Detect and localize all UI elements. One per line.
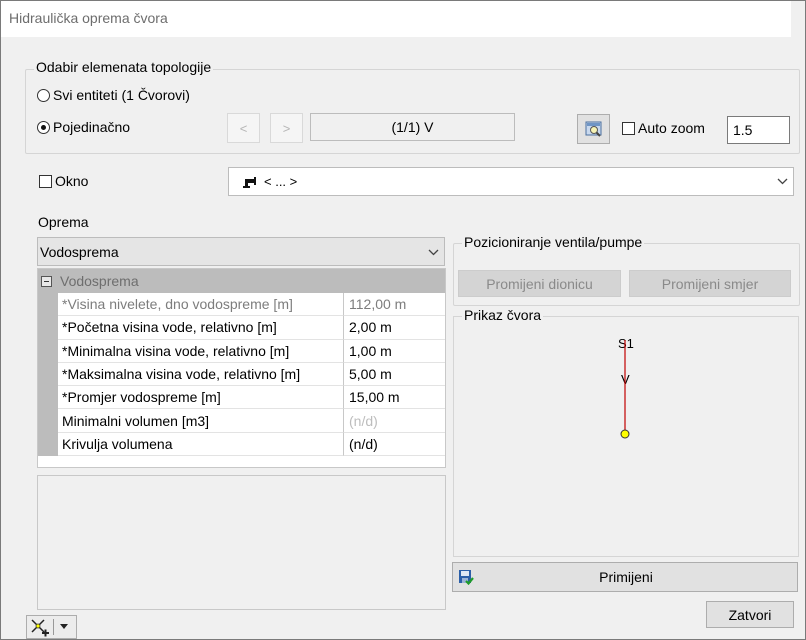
property-name: *Maksimalna visina vode, relativno [m] <box>58 362 344 387</box>
property-grid: Vodosprema *Visina nivelete, dno vodospr… <box>37 268 446 468</box>
property-row-gutter <box>38 316 58 340</box>
property-value[interactable]: (n/d) <box>344 433 445 457</box>
selection-counter: (1/1) V <box>310 113 515 141</box>
property-name: Minimalni volumen [m3] <box>58 409 344 433</box>
property-value[interactable]: 2,00 m <box>344 316 445 340</box>
okno-check-square[interactable] <box>39 174 52 188</box>
property-name: *Visina nivelete, dno vodospreme [m] <box>58 293 344 317</box>
oprema-label: Oprema <box>38 214 89 230</box>
topology-selection-group <box>25 69 800 154</box>
property-row[interactable]: *Visina nivelete, dno vodospreme [m] 112,… <box>38 293 445 317</box>
next-glyph: > <box>282 120 291 136</box>
okno-label: Okno <box>55 173 89 189</box>
oprema-combo-value: Vodosprema <box>40 243 119 260</box>
property-name: *Minimalna visina vode, relativno [m] <box>58 339 344 363</box>
node-preview-panel: S1 V <box>453 316 799 557</box>
property-row-gutter <box>38 409 58 433</box>
property-row-gutter <box>38 386 58 410</box>
change-direction-button[interactable]: Promijeni smjer <box>629 270 791 297</box>
property-name: *Početna visina vode, relativno [m] <box>58 316 344 340</box>
individual-label: Pojedinačno <box>53 119 131 135</box>
chevron-down-icon[interactable] <box>776 175 788 187</box>
node-marker[interactable] <box>620 429 630 439</box>
individual-radio-circle[interactable] <box>37 120 50 134</box>
property-row[interactable]: Krivulja volumena (n/d) <box>38 432 445 457</box>
property-row-gutter <box>38 293 58 317</box>
previous-button[interactable]: < <box>227 113 260 143</box>
auto-zoom-check-square[interactable] <box>622 121 635 135</box>
property-value[interactable]: 5,00 m <box>344 363 445 387</box>
zoom-to-selection-button[interactable] <box>577 114 610 144</box>
window-title: Hidraulička oprema čvora <box>9 10 168 26</box>
property-name: Krivulja volumena <box>58 432 344 457</box>
individual-radio[interactable]: Pojedinačno <box>37 119 130 135</box>
property-value[interactable]: 112,00 m <box>344 293 445 317</box>
change-section-label: Promijeni dionicu <box>486 275 593 292</box>
selection-counter-text: (1/1) V <box>391 119 434 135</box>
pipe-fitting-icon <box>243 176 256 188</box>
collapse-icon[interactable] <box>41 275 52 287</box>
property-row[interactable]: *Maksimalna visina vode, relativno [m] 5,… <box>38 362 445 387</box>
okno-combo[interactable]: < ... > <box>228 167 794 196</box>
property-row[interactable]: Minimalni volumen [m3] (n/d) <box>38 409 445 433</box>
property-category-header[interactable]: Vodosprema <box>38 269 445 293</box>
node-diagram: S1 V <box>618 336 634 439</box>
dialog-window: Hidraulička oprema čvora Odabir elemenat… <box>0 0 806 640</box>
okno-combo-value: < ... > <box>264 174 298 189</box>
positioning-legend: Pozicioniranje ventila/pumpe <box>462 234 645 250</box>
tool-dropdown-button[interactable] <box>26 615 77 639</box>
property-value[interactable]: 1,00 m <box>344 340 445 363</box>
auto-zoom-label: Auto zoom <box>638 120 705 136</box>
node-top-label: S1 <box>618 336 634 351</box>
apply-button[interactable]: Primijeni <box>452 562 798 592</box>
property-category-label: Vodosprema <box>60 273 139 289</box>
all-entities-radio-circle[interactable] <box>37 88 50 102</box>
change-direction-label: Promijeni smjer <box>661 275 759 292</box>
node-preview-legend: Prikaz čvora <box>462 307 544 323</box>
topology-selection-legend: Odabir elemenata topologije <box>34 59 214 75</box>
property-rows: *Visina nivelete, dno vodospreme [m] 112,… <box>38 293 445 457</box>
property-name: *Promjer vodospreme [m] <box>58 386 344 410</box>
property-row[interactable]: *Početna visina vode, relativno [m] 2,00 … <box>38 316 445 340</box>
zoom-icon <box>585 121 601 137</box>
property-description-panel <box>37 475 446 610</box>
chevron-down-icon[interactable] <box>427 246 439 258</box>
add-node-tool-icon[interactable] <box>27 616 53 638</box>
property-value[interactable]: 15,00 m <box>344 386 445 410</box>
caret-down-icon[interactable] <box>54 616 74 638</box>
property-row-gutter <box>38 362 58 387</box>
property-row[interactable]: *Promjer vodospreme [m] 15,00 m <box>38 386 445 410</box>
close-window-button[interactable] <box>791 1 805 37</box>
close-button[interactable]: Zatvori <box>706 601 794 628</box>
all-entities-label: Svi entiteti (1 Čvorovi) <box>53 87 190 103</box>
oprema-combo[interactable]: Vodosprema <box>37 237 445 266</box>
okno-checkbox[interactable]: Okno <box>39 173 88 189</box>
title-bar: Hidraulička oprema čvora <box>1 1 805 37</box>
next-button[interactable]: > <box>270 113 303 143</box>
all-entities-radio[interactable]: Svi entiteti (1 Čvorovi) <box>37 87 190 103</box>
property-row-gutter <box>38 432 58 457</box>
previous-glyph: < <box>239 120 248 136</box>
auto-zoom-value-input[interactable]: 1.5 <box>727 116 790 144</box>
change-section-button[interactable]: Promijeni dionicu <box>458 270 621 297</box>
property-value[interactable]: (n/d) <box>344 409 445 433</box>
apply-label: Primijeni <box>599 569 653 585</box>
property-row-gutter <box>38 339 58 363</box>
property-row[interactable]: *Minimalna visina vode, relativno [m] 1,0… <box>38 339 445 363</box>
auto-zoom-checkbox[interactable]: Auto zoom <box>622 120 705 136</box>
close-label: Zatvori <box>728 606 772 623</box>
